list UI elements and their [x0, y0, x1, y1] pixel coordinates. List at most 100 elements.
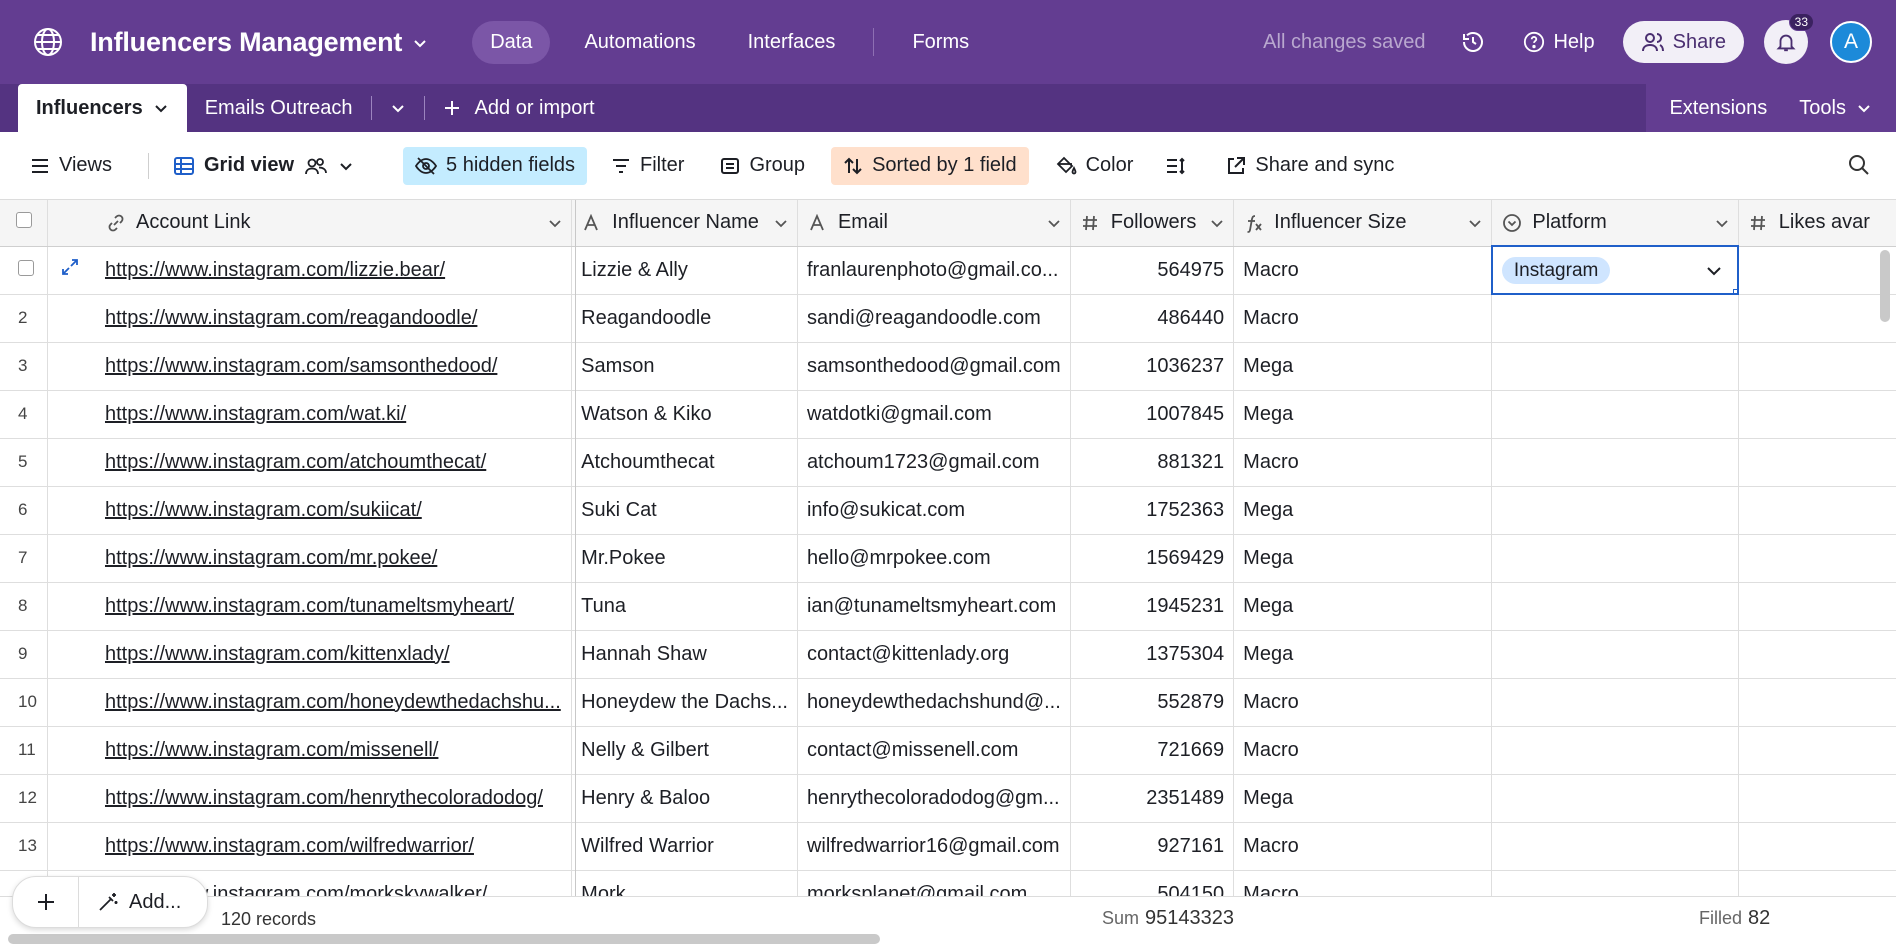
platform-cell[interactable] [1491, 486, 1739, 535]
email-cell[interactable]: samsonthedood@gmail.com [797, 342, 1071, 391]
platform-cell[interactable] [1491, 726, 1739, 775]
column-header-platform[interactable]: Platform [1491, 200, 1739, 247]
influencer-size-cell[interactable]: Macro [1233, 246, 1493, 295]
influencer-name-cell[interactable]: Reagandoodle [571, 294, 798, 343]
tab-emails-outreach[interactable]: Emails Outreach [187, 84, 371, 132]
influencer-size-cell[interactable]: Macro [1233, 822, 1493, 871]
platform-cell[interactable] [1491, 630, 1739, 679]
platform-cell[interactable] [1491, 582, 1739, 631]
influencer-name-cell[interactable]: Henry & Baloo [571, 774, 798, 823]
email-cell[interactable]: contact@kittenlady.org [797, 630, 1071, 679]
influencer-size-cell[interactable]: Mega [1233, 486, 1493, 535]
all-tables-chevron-icon[interactable] [372, 84, 424, 132]
grid-view-button[interactable]: Grid view [161, 147, 375, 185]
views-button[interactable]: Views [18, 147, 124, 185]
followers-cell[interactable]: 1375304 [1070, 630, 1235, 679]
table-row[interactable]: 6 https://www.instagram.com/sukiicat/Suki… [0, 486, 1896, 535]
email-cell[interactable]: hello@mrpokee.com [797, 534, 1071, 583]
notifications-button[interactable]: 33 [1764, 13, 1814, 64]
followers-cell[interactable]: 504150 [1070, 870, 1235, 896]
account-link-cell[interactable]: https://www.instagram.com/reagandoodle/ [95, 294, 573, 343]
influencer-name-cell[interactable]: Watson & Kiko [571, 390, 798, 439]
color-button[interactable]: Color [1043, 147, 1146, 185]
followers-cell[interactable]: 1569429 [1070, 534, 1235, 583]
vertical-scrollbar[interactable] [1880, 250, 1890, 322]
chevron-down-icon[interactable] [1046, 215, 1062, 231]
table-row[interactable]: 12 https://www.instagram.com/henrythecolo… [0, 774, 1896, 823]
chevron-down-icon[interactable] [1209, 215, 1225, 231]
influencer-size-cell[interactable]: Mega [1233, 630, 1493, 679]
row-select-cell[interactable] [0, 246, 49, 295]
influencer-size-cell[interactable]: Mega [1233, 582, 1493, 631]
platform-cell[interactable] [1491, 534, 1739, 583]
account-link[interactable]: https://www.instagram.com/reagandoodle/ [105, 307, 477, 329]
horizontal-scrollbar[interactable] [8, 934, 880, 944]
followers-cell[interactable]: 721669 [1070, 726, 1235, 775]
likes-cell[interactable] [1738, 822, 1878, 871]
influencer-name-cell[interactable]: Honeydew the Dachs... [571, 678, 798, 727]
table-row[interactable]: 3 https://www.instagram.com/samsonthedood… [0, 342, 1896, 391]
expand-icon[interactable] [60, 257, 80, 277]
email-cell[interactable]: franlaurenphoto@gmail.co... [797, 246, 1071, 295]
email-cell[interactable]: info@sukicat.com [797, 486, 1071, 535]
account-link-cell[interactable]: https://www.instagram.com/kittenxlady/ [95, 630, 573, 679]
account-link-cell[interactable]: https://www.instagram.com/sukiicat/ [95, 486, 573, 535]
table-row[interactable]: 11 https://www.instagram.com/missenell/Ne… [0, 726, 1896, 775]
account-link[interactable]: https://www.instagram.com/lizzie.bear/ [105, 259, 445, 281]
influencer-name-cell[interactable]: Suki Cat [571, 486, 798, 535]
select-all-checkbox[interactable] [16, 212, 32, 229]
influencer-size-cell[interactable]: Macro [1233, 870, 1493, 896]
platform-cell[interactable] [1491, 438, 1739, 487]
table-row[interactable]: 2 https://www.instagram.com/reagandoodle/… [0, 294, 1896, 343]
table-row[interactable]: 14https://www.instagram.com/morkskywalke… [0, 870, 1896, 896]
chevron-down-icon[interactable] [1705, 261, 1723, 279]
hidden-fields-button[interactable]: 5 hidden fields [403, 146, 588, 185]
extensions-button[interactable]: Extensions [1669, 97, 1767, 120]
influencer-size-cell[interactable]: Macro [1233, 726, 1493, 775]
chevron-down-icon[interactable] [412, 35, 428, 51]
influencer-size-cell[interactable]: Mega [1233, 342, 1493, 391]
account-link-cell[interactable]: https://www.instagram.com/honeydewthedac… [95, 678, 573, 727]
likes-cell[interactable] [1738, 342, 1878, 391]
sort-button[interactable]: Sorted by 1 field [831, 146, 1029, 185]
account-link[interactable]: https://www.instagram.com/missenell/ [105, 739, 438, 761]
table-row[interactable]: 5 https://www.instagram.com/atchoumthecat… [0, 438, 1896, 487]
column-header-influencer-name[interactable]: Influencer Name [571, 200, 798, 247]
influencer-name-cell[interactable]: Wilfred Warrior [571, 822, 798, 871]
platform-cell[interactable] [1491, 294, 1739, 343]
likes-cell[interactable] [1738, 774, 1878, 823]
platform-cell[interactable] [1491, 678, 1739, 727]
email-cell[interactable]: watdotki@gmail.com [797, 390, 1071, 439]
account-link[interactable]: https://www.instagram.com/samsonthedood/ [105, 355, 497, 377]
nav-forms[interactable]: Forms [894, 21, 987, 64]
account-link[interactable]: https://www.instagram.com/henrythecolora… [105, 787, 543, 809]
account-link-cell[interactable]: https://www.instagram.com/samsonthedood/ [95, 342, 573, 391]
column-header-email[interactable]: Email [797, 200, 1071, 247]
tools-button[interactable]: Tools [1799, 97, 1872, 120]
account-link-cell[interactable]: https://www.instagram.com/tunameltsmyhea… [95, 582, 573, 631]
add-record-button[interactable] [13, 877, 79, 927]
likes-cell[interactable] [1738, 582, 1878, 631]
email-cell[interactable]: contact@missenell.com [797, 726, 1071, 775]
platform-cell[interactable] [1491, 774, 1739, 823]
likes-cell[interactable] [1738, 246, 1878, 295]
account-link-cell[interactable]: https://www.instagram.com/wat.ki/ [95, 390, 573, 439]
influencer-size-cell[interactable]: Macro [1233, 294, 1493, 343]
globe-icon[interactable] [30, 24, 66, 60]
row-height-button[interactable] [1153, 147, 1208, 185]
followers-cell[interactable]: 552879 [1070, 678, 1235, 727]
influencer-name-cell[interactable]: Mork [571, 870, 798, 896]
email-cell[interactable]: henrythecoloradodog@gm... [797, 774, 1071, 823]
chevron-down-icon[interactable] [547, 215, 563, 231]
influencer-name-cell[interactable]: Samson [571, 342, 798, 391]
followers-sum[interactable]: Sum 95143323 [1102, 907, 1234, 930]
row-checkbox[interactable] [18, 259, 34, 276]
account-link-cell[interactable]: https://www.instagram.com/mr.pokee/ [95, 534, 573, 583]
email-cell[interactable]: wilfredwarrior16@gmail.com [797, 822, 1071, 871]
add-or-import-button[interactable]: Add or import [425, 84, 613, 132]
group-button[interactable]: Group [708, 147, 817, 185]
history-icon[interactable] [1461, 30, 1485, 54]
avatar[interactable]: A [1830, 21, 1872, 63]
email-cell[interactable]: honeydewthedachshund@... [797, 678, 1071, 727]
table-row[interactable]: 7 https://www.instagram.com/mr.pokee/Mr.P… [0, 534, 1896, 583]
